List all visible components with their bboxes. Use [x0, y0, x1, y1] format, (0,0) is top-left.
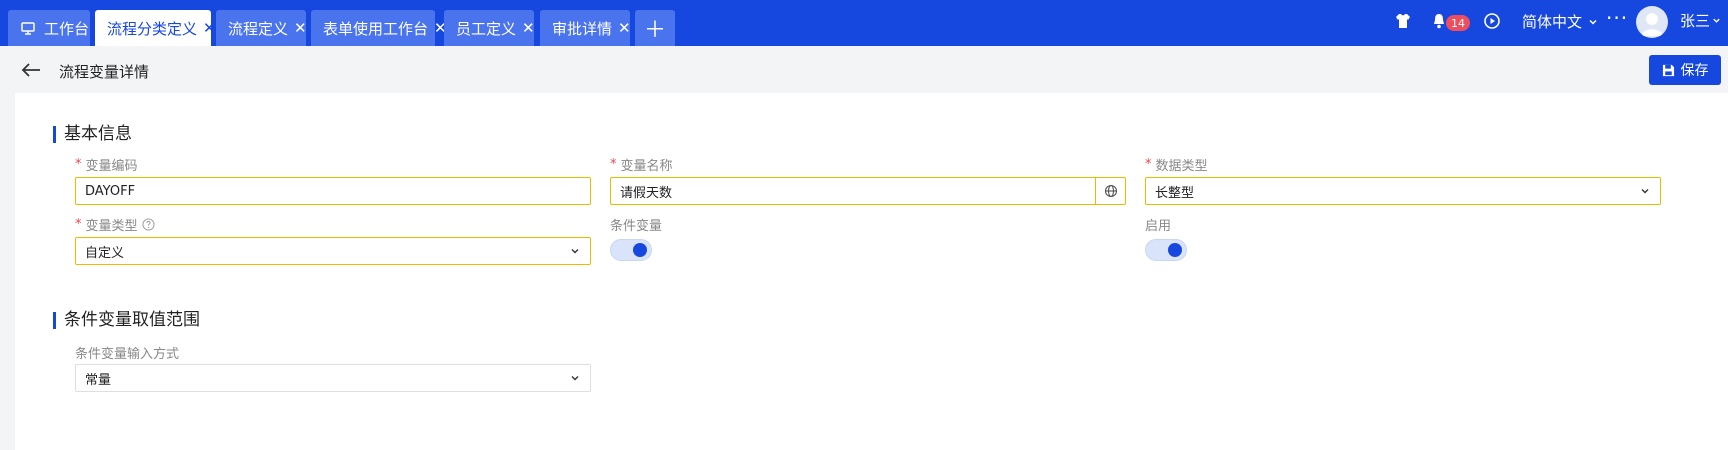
var-name-label: * 变量名称 — [610, 155, 673, 174]
notification-badge: 14 — [1446, 15, 1470, 31]
data-type-label: * 数据类型 — [1145, 155, 1208, 174]
more-menu-button[interactable]: ··· — [1606, 6, 1628, 30]
tab-label: 审批详情 — [552, 19, 613, 38]
var-name-value: 请假天数 — [620, 185, 673, 201]
input-mode-label: 条件变量输入方式 — [75, 343, 179, 362]
data-type-value: 长整型 — [1155, 185, 1195, 201]
var-code-input[interactable]: DAYOFF — [75, 177, 591, 205]
section-title-basic-info: 基本信息 — [53, 126, 132, 143]
globe-icon[interactable] — [1095, 178, 1125, 204]
monitor-icon — [20, 20, 36, 36]
condition-var-toggle[interactable] — [610, 239, 652, 261]
avatar[interactable] — [1636, 6, 1668, 38]
close-icon[interactable]: ✕ — [203, 20, 216, 36]
add-tab-button[interactable]: ＋ — [635, 10, 675, 46]
save-icon — [1662, 64, 1674, 76]
input-mode-value: 常量 — [85, 372, 112, 388]
tab-label: 流程分类定义 — [107, 19, 198, 38]
tab-process-category[interactable]: 流程分类定义 ✕ — [95, 10, 216, 46]
close-icon[interactable]: ✕ — [294, 20, 307, 36]
input-mode-label-text: 条件变量输入方式 — [75, 347, 180, 362]
top-nav-bar: 工作台 流程分类定义 ✕ 流程定义 ✕ 表单使用工作台 ✕ 员工定义 ✕ 审批详… — [0, 0, 1728, 46]
var-code-label-text: 变量编码 — [85, 159, 138, 174]
tab-label: 表单使用工作台 — [323, 19, 429, 38]
tab-label: 员工定义 — [456, 19, 517, 38]
var-code-label: * 变量编码 — [75, 155, 138, 174]
section-title-condition-range: 条件变量取值范围 — [53, 312, 200, 329]
tab-label: 工作台 — [44, 19, 90, 38]
required-mark: * — [75, 157, 82, 172]
condition-var-label-text: 条件变量 — [610, 219, 663, 234]
var-type-label-text: 变量类型 — [85, 219, 138, 234]
data-type-label-text: 数据类型 — [1155, 159, 1208, 174]
tab-label: 流程定义 — [228, 19, 289, 38]
chevron-down-icon — [1641, 189, 1649, 194]
tab-approval-details[interactable]: 审批详情 ✕ — [540, 10, 631, 46]
input-mode-select[interactable]: 常量 — [75, 364, 591, 392]
toggle-knob — [633, 243, 647, 257]
plus-icon: ＋ — [643, 18, 666, 43]
theme-shirt-icon[interactable] — [1392, 10, 1414, 32]
back-arrow-icon[interactable] — [20, 58, 44, 82]
required-mark: * — [1145, 157, 1152, 172]
language-label: 简体中文 — [1522, 13, 1583, 31]
content-card: 基本信息 * 变量编码 DAYOFF * 变量名称 请假天数 * 数据类型 长整… — [15, 93, 1728, 450]
tab-process-definition[interactable]: 流程定义 ✕ — [216, 10, 307, 46]
var-code-value: DAYOFF — [85, 183, 136, 199]
required-mark: * — [75, 217, 82, 232]
close-icon[interactable]: ✕ — [618, 20, 631, 36]
user-menu[interactable]: 张三 — [1680, 10, 1721, 31]
condition-var-label: 条件变量 — [610, 215, 662, 234]
var-name-label-text: 变量名称 — [620, 159, 673, 174]
language-selector[interactable]: 简体中文 — [1522, 11, 1598, 32]
enable-label: 启用 — [1145, 215, 1171, 234]
chevron-down-icon — [1589, 19, 1597, 25]
var-name-input[interactable]: 请假天数 — [610, 177, 1126, 205]
chevron-down-icon — [571, 249, 579, 254]
var-type-value: 自定义 — [85, 245, 125, 261]
save-label: 保存 — [1680, 63, 1709, 79]
save-button[interactable]: 保存 — [1649, 55, 1721, 85]
play-circle-icon[interactable] — [1481, 10, 1503, 32]
tab-form-workbench[interactable]: 表单使用工作台 ✕ — [311, 10, 447, 46]
chevron-down-icon — [571, 376, 579, 381]
var-type-label: * 变量类型 — [75, 215, 155, 234]
enable-label-text: 启用 — [1145, 219, 1172, 234]
close-icon[interactable]: ✕ — [522, 20, 535, 36]
chevron-down-icon — [1713, 18, 1720, 23]
page-title: 流程变量详情 — [59, 63, 150, 81]
enable-toggle[interactable] — [1145, 239, 1187, 261]
username: 张三 — [1680, 12, 1711, 30]
var-type-select[interactable]: 自定义 — [75, 237, 591, 265]
required-mark: * — [610, 157, 617, 172]
data-type-select[interactable]: 长整型 — [1145, 177, 1661, 205]
tab-employee-definition[interactable]: 员工定义 ✕ — [444, 10, 535, 46]
toggle-knob — [1168, 243, 1182, 257]
tab-workbench[interactable]: 工作台 — [8, 10, 90, 46]
help-icon[interactable] — [141, 218, 155, 231]
